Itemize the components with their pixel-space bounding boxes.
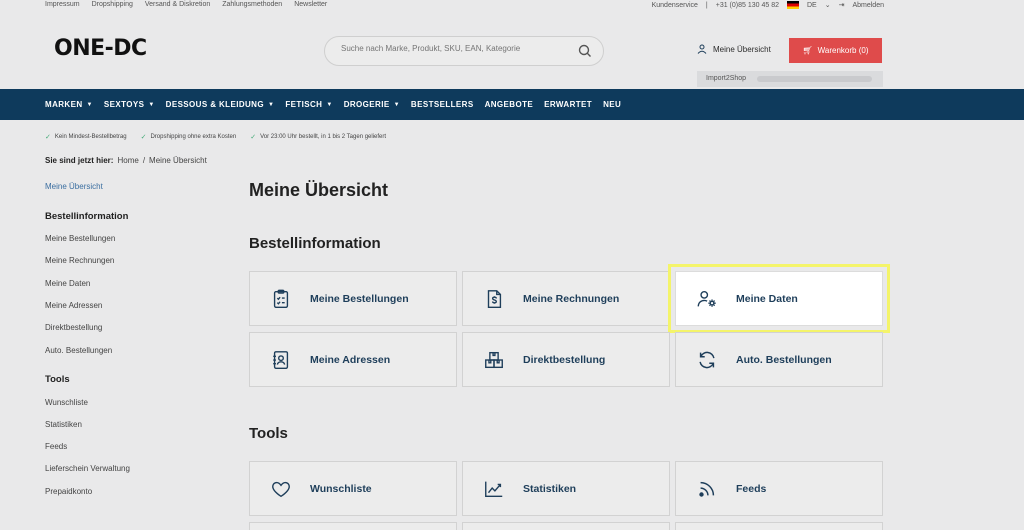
invoice-icon	[487, 289, 502, 308]
nav-angebote[interactable]: ANGEBOTE	[485, 100, 534, 109]
nav-neu[interactable]: NEU	[603, 100, 621, 109]
breadcrumb-current: Meine Übersicht	[149, 156, 207, 165]
chevron-down-icon: ▼	[148, 101, 155, 108]
sidebar-item-bestellungen[interactable]: Meine Bestellungen	[45, 234, 115, 243]
card-partial[interactable]	[675, 522, 883, 530]
chart-trend-icon	[485, 481, 503, 497]
card-partial[interactable]	[462, 522, 670, 530]
account-label: Meine Übersicht	[713, 44, 771, 54]
sidebar-item-adressen[interactable]: Meine Adressen	[45, 301, 102, 310]
section-title-tools: Tools	[249, 425, 288, 442]
main-nav: MARKEN ▼ SEXTOYS ▼ DESSOUS & KLEIDUNG ▼ FET…	[0, 89, 1024, 120]
card-statistiken[interactable]: Statistiken	[462, 461, 670, 516]
chevron-down-icon: ▼	[393, 101, 400, 108]
sidebar-item-overview[interactable]: Meine Übersicht	[45, 182, 103, 191]
nav-marken[interactable]: MARKEN ▼	[45, 100, 93, 109]
address-book-icon	[273, 350, 289, 369]
impressum-link[interactable]: Impressum	[45, 1, 80, 8]
user-settings-icon	[697, 290, 716, 307]
chevron-down-icon: ⌄	[824, 2, 831, 9]
card-meine-rechnungen[interactable]: Meine Rechnungen	[462, 271, 670, 326]
cart-icon: 🛒︎	[802, 46, 813, 55]
search-box[interactable]	[324, 36, 604, 66]
card-auto-bestellungen[interactable]: Auto. Bestellungen	[675, 332, 883, 387]
refresh-icon	[699, 351, 715, 368]
sidebar-item-statistiken[interactable]: Statistiken	[45, 420, 82, 429]
dropshipping-link[interactable]: Dropshipping	[92, 1, 133, 8]
check-icon: ✓	[45, 134, 51, 141]
clipboard-list-icon	[273, 289, 289, 308]
account-link[interactable]: Meine Übersicht	[697, 44, 771, 54]
boxes-icon	[485, 351, 503, 368]
card-meine-daten[interactable]: Meine Daten	[668, 264, 890, 333]
cart-label: Warenkorb (0)	[817, 46, 869, 55]
chevron-down-icon: ▼	[267, 101, 275, 108]
sidebar-item-daten[interactable]: Meine Daten	[45, 279, 90, 288]
usp-bar: ✓ Kein Mindest-Bestellbetrag ✓ Dropshippin…	[45, 134, 387, 141]
card-feeds[interactable]: Feeds	[675, 461, 883, 516]
sidebar-item-lieferschein[interactable]: Lieferschein Verwaltung	[45, 464, 130, 473]
zahlungsmethoden-link[interactable]: Zahlungsmethoden	[222, 1, 282, 8]
kundenservice-label: Kundenservice	[651, 1, 698, 9]
section-title-bestellinformation: Bestellinformation	[249, 235, 381, 252]
sidebar-item-rechnungen[interactable]: Meine Rechnungen	[45, 256, 114, 265]
nav-dessous[interactable]: DESSOUS & KLEIDUNG ▼	[166, 100, 275, 109]
chevron-down-icon: ▼	[326, 101, 333, 108]
site-logo[interactable]: ONE-DC	[54, 36, 147, 61]
german-flag-icon[interactable]	[786, 1, 799, 9]
heart-icon	[272, 481, 290, 497]
card-wunschliste[interactable]: Wunschliste	[249, 461, 457, 516]
blurred-content	[757, 76, 872, 82]
search-input[interactable]	[341, 44, 571, 53]
logout-link[interactable]: Abmelden	[852, 2, 884, 9]
nav-bestsellers[interactable]: BESTSELLERS	[411, 100, 474, 109]
check-icon: ✓	[250, 134, 257, 141]
sidebar-item-auto-bestellungen[interactable]: Auto. Bestellungen	[45, 346, 112, 355]
sidebar-item-prepaidkonto[interactable]: Prepaidkonto	[45, 487, 92, 496]
check-icon: ✓	[140, 134, 147, 141]
card-partial[interactable]	[249, 522, 457, 530]
card-meine-bestellungen[interactable]: Meine Bestellungen	[249, 271, 457, 326]
sidebar-item-direktbestellung[interactable]: Direktbestellung	[45, 323, 102, 332]
sidebar-heading-bestellinformation: Bestellinformation	[45, 211, 129, 222]
nav-fetisch[interactable]: FETISCH ▼	[285, 100, 332, 109]
import2shop-bar[interactable]: Import2Shop	[697, 71, 883, 87]
newsletter-link[interactable]: Newsletter	[294, 1, 327, 8]
user-icon	[697, 44, 707, 54]
logout-icon: ⇥	[838, 2, 845, 9]
breadcrumb-home[interactable]: Home	[117, 156, 138, 165]
nav-drogerie[interactable]: DROGERIE ▼	[344, 100, 400, 109]
nav-sextoys[interactable]: SEXTOYS ▼	[104, 100, 155, 109]
search-icon[interactable]	[577, 43, 593, 59]
cart-button[interactable]: 🛒︎ Warenkorb (0)	[789, 38, 882, 63]
phone-number[interactable]: +31 (0)85 130 45 82	[716, 2, 779, 9]
language-selector[interactable]: DE	[807, 2, 817, 9]
breadcrumb: Sie sind jetzt hier: Home / Meine Übersi…	[45, 156, 207, 165]
import2shop-label: Import2Shop	[706, 75, 747, 82]
utility-bar: Impressum Dropshipping Versand & Diskret…	[45, 1, 884, 9]
versand-link[interactable]: Versand & Diskretion	[145, 1, 210, 8]
page-title: Meine Übersicht	[249, 180, 389, 200]
nav-erwartet[interactable]: ERWARTET	[544, 100, 592, 109]
card-meine-adressen[interactable]: Meine Adressen	[249, 332, 457, 387]
rss-feed-icon	[699, 481, 715, 497]
chevron-down-icon: ▼	[86, 101, 93, 108]
sidebar-item-wunschliste[interactable]: Wunschliste	[45, 398, 88, 407]
sidebar-heading-tools: Tools	[45, 374, 70, 385]
sidebar-item-feeds[interactable]: Feeds	[45, 442, 67, 451]
card-direktbestellung[interactable]: Direktbestellung	[462, 332, 670, 387]
